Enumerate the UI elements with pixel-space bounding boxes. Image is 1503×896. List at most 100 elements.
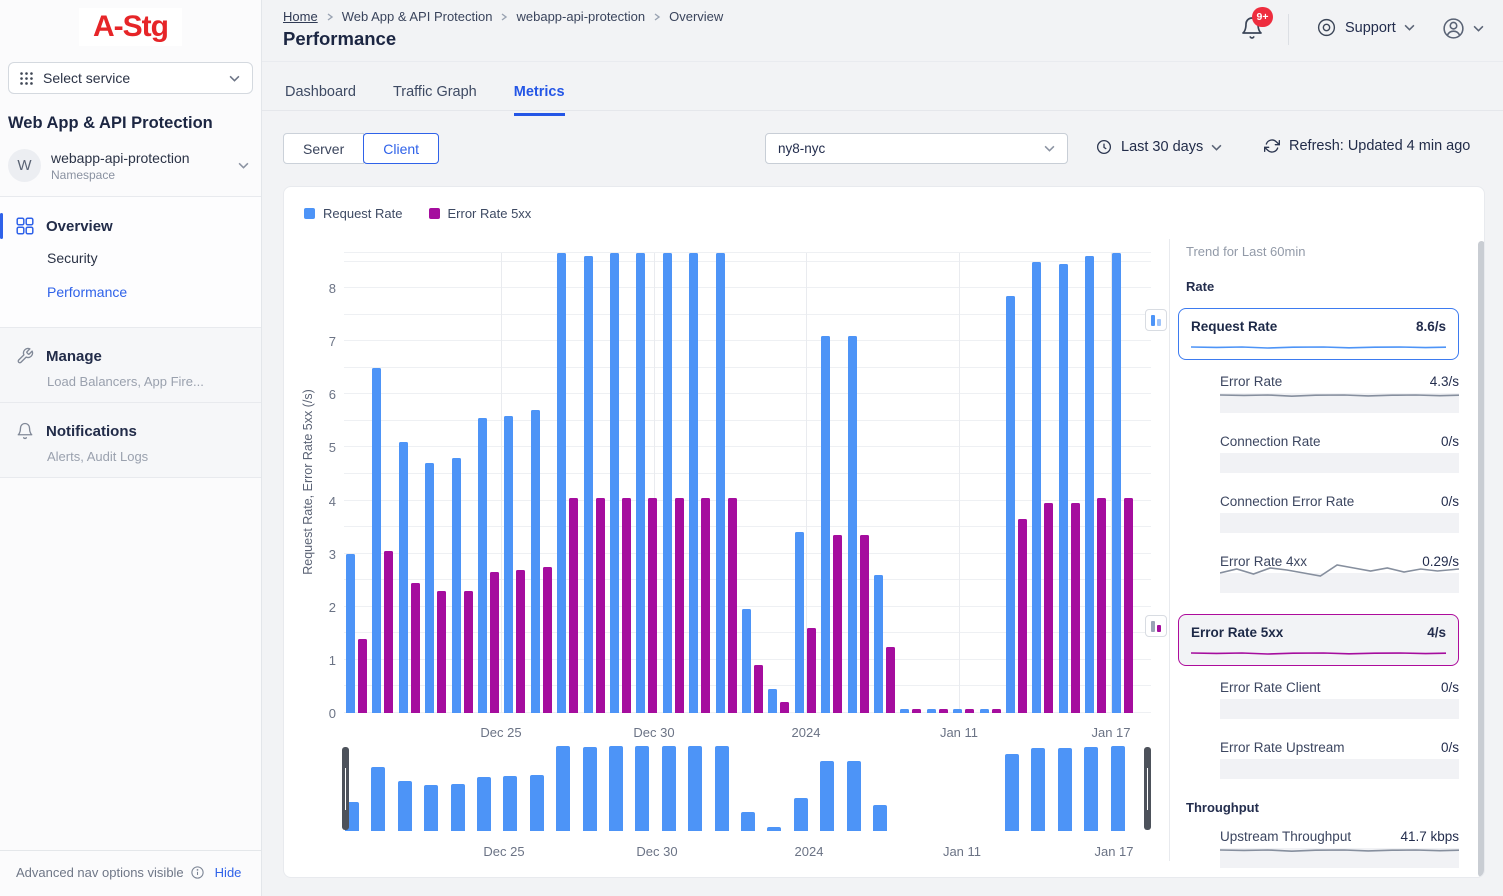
legend-item-request-rate[interactable]: Request Rate: [304, 206, 403, 221]
sidebar-item-performance[interactable]: Performance: [0, 275, 261, 309]
navigator-chart[interactable]: [344, 746, 1151, 831]
trend-row-label: Connection Error Rate: [1220, 494, 1354, 509]
trend-row-error-rate-upstream[interactable]: Error Rate Upstream0/s: [1220, 740, 1459, 779]
trend-row-upstream-throughput[interactable]: Upstream Throughput41.7 kbps: [1220, 829, 1459, 868]
trend-row-label: Error Rate: [1220, 374, 1282, 389]
time-range-dropdown[interactable]: Last 30 days: [1095, 138, 1222, 156]
chart-bar: [584, 256, 593, 713]
user-menu[interactable]: [1441, 16, 1484, 41]
chart-bar: [780, 702, 789, 713]
header-bottom-border: [262, 61, 1503, 62]
chart-bar: [675, 498, 684, 713]
sidebar-item-manage[interactable]: Manage Load Balancers, App Fire...: [0, 328, 261, 403]
chart-bar: [504, 416, 513, 713]
chevron-down-icon: [1473, 25, 1484, 32]
wrench-icon: [16, 347, 34, 365]
sparkline: [1191, 341, 1446, 353]
chart-bar: [953, 709, 962, 713]
select-service-dropdown[interactable]: Select service: [8, 62, 253, 94]
chart-bar: [358, 639, 367, 713]
trend-row-label: Request Rate: [1191, 319, 1277, 334]
trend-row-sparkline: [1220, 848, 1459, 868]
server-button[interactable]: Server: [283, 133, 364, 164]
chart-bar: [451, 784, 465, 831]
chart-bar: [1059, 264, 1068, 713]
chart-bar: [1097, 498, 1106, 713]
hide-link[interactable]: Hide: [215, 865, 242, 880]
chart-bar: [795, 532, 804, 713]
grid-line: [344, 287, 1151, 288]
breadcrumb-home[interactable]: Home: [283, 9, 318, 24]
navigator-axis-tick: Jan 17: [1079, 844, 1149, 859]
chart-bar: [768, 689, 777, 713]
nav-section-overview: Overview Security Performance: [0, 197, 261, 328]
overview-icon: [16, 217, 34, 235]
trend-panel-title: Trend for Last 60min: [1186, 244, 1459, 259]
chevron-right-icon: [500, 12, 508, 22]
notifications-badge: 9+: [1252, 7, 1273, 27]
grid-line: [344, 420, 1151, 421]
scrollbar[interactable]: [1478, 241, 1485, 877]
chart-bar: [833, 535, 842, 713]
breadcrumb-item[interactable]: webapp-api-protection: [516, 9, 645, 24]
chart-bar: [398, 781, 412, 831]
chart-bar: [900, 709, 909, 713]
trend-row-connection-error-rate[interactable]: Connection Error Rate0/s: [1220, 494, 1459, 533]
y-axis-tick: 1: [310, 653, 336, 668]
trend-row-head: Error Rate4.3/s: [1220, 374, 1459, 389]
grid-line: [344, 367, 1151, 368]
trend-section-heading: Throughput: [1186, 800, 1459, 815]
trend-card-request-rate[interactable]: Request Rate8.6/s: [1178, 308, 1459, 360]
support-label: Support: [1345, 20, 1396, 36]
client-button[interactable]: Client: [363, 133, 439, 164]
chart-bar: [874, 575, 883, 713]
chart-bar: [1112, 253, 1121, 713]
notifications-bell-button[interactable]: 9+: [1240, 16, 1266, 44]
chart-bar: [452, 458, 461, 713]
grid-line: [344, 252, 1151, 253]
grid-line: [344, 473, 1151, 474]
legend-swatch: [304, 208, 315, 219]
chart-bar: [478, 418, 487, 713]
sidebar-item-notifications[interactable]: Notifications Alerts, Audit Logs: [0, 403, 261, 478]
breadcrumb-item[interactable]: Overview: [669, 9, 723, 24]
site-selector-dropdown[interactable]: ny8-nyc: [765, 133, 1068, 164]
legend-item-error-rate-5xx[interactable]: Error Rate 5xx: [429, 206, 532, 221]
trend-row-label: Upstream Throughput: [1220, 829, 1351, 844]
trend-bars-icon: [1145, 615, 1167, 637]
chart-bar: [662, 746, 676, 831]
sidebar-item-label: Overview: [46, 218, 113, 235]
sidebar-item-overview[interactable]: Overview: [0, 211, 261, 241]
refresh-button[interactable]: Refresh: Updated 4 min ago: [1264, 138, 1470, 154]
trend-row-error-rate[interactable]: Error Rate4.3/s: [1220, 374, 1459, 413]
trend-row-error-rate-client[interactable]: Error Rate Client0/s: [1220, 680, 1459, 719]
chart-bar: [992, 709, 1001, 713]
sidebar-item-security[interactable]: Security: [0, 241, 261, 275]
trend-row-head: Error Rate 5xx4/s: [1191, 625, 1446, 640]
legend-label: Error Rate 5xx: [448, 206, 532, 221]
namespace-selector[interactable]: W webapp-api-protection Namespace: [0, 139, 261, 197]
chart-bar: [543, 567, 552, 713]
tab-dashboard[interactable]: Dashboard: [285, 84, 356, 116]
main-chart[interactable]: 012345678Dec 25Dec 302024Jan 11Jan 17: [344, 253, 1151, 713]
chart-bar: [860, 535, 869, 713]
support-menu[interactable]: Support: [1316, 17, 1415, 38]
navigator-handle-right[interactable]: [1144, 747, 1151, 830]
navigator-handle-left[interactable]: [342, 747, 349, 830]
trend-row-error-rate-4xx[interactable]: Error Rate 4xx0.29/s: [1220, 554, 1459, 593]
chart-bar: [688, 746, 702, 831]
trend-card-error-rate-5xx[interactable]: Error Rate 5xx4/s: [1178, 614, 1459, 666]
tab-metrics[interactable]: Metrics: [514, 84, 565, 116]
sparkline: [1191, 647, 1446, 659]
refresh-icon: [1264, 138, 1280, 154]
breadcrumb-item[interactable]: Web App & API Protection: [342, 9, 493, 24]
navigator-axis-tick: Dec 25: [469, 844, 539, 859]
chart-bar: [1124, 498, 1133, 713]
tab-traffic-graph[interactable]: Traffic Graph: [393, 84, 477, 116]
grid-line: [344, 500, 1151, 501]
header-divider: [1288, 14, 1289, 45]
trend-row-sparkline: [1220, 513, 1459, 533]
trend-row-connection-rate[interactable]: Connection Rate0/s: [1220, 434, 1459, 473]
namespace-avatar: W: [8, 149, 41, 182]
apps-grid-icon: [19, 71, 34, 86]
